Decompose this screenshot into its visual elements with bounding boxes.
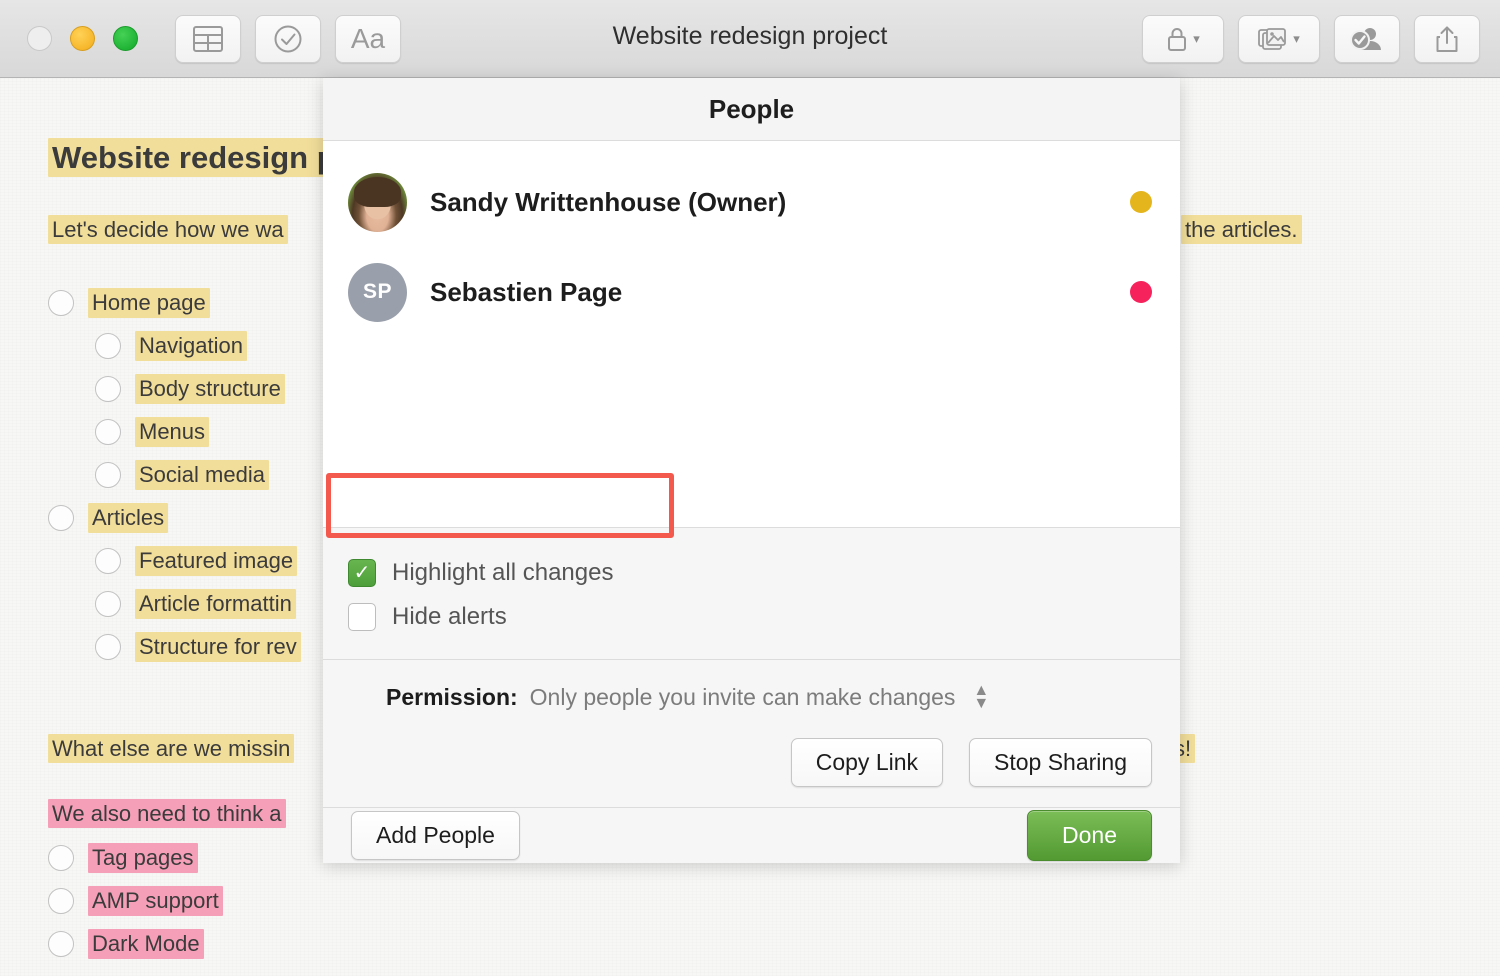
list-item[interactable]: Articles [48, 496, 301, 539]
list-item[interactable]: Dark Mode [48, 922, 223, 965]
hide-alerts-row[interactable]: Hide alerts [348, 595, 1180, 639]
done-button[interactable]: Done [1027, 810, 1152, 861]
checkbox-circle-icon[interactable] [95, 633, 121, 660]
hide-alerts-checkbox[interactable] [348, 603, 376, 631]
list-item[interactable]: Article formattin [48, 582, 301, 625]
chevron-down-icon: ▾ [1193, 31, 1200, 46]
chevron-down-icon: ▾ [1293, 31, 1300, 46]
dialog-options: ✓ Highlight all changes Hide alerts [323, 527, 1180, 659]
checkbox-circle-icon[interactable] [95, 547, 121, 574]
list-item[interactable]: AMP support [48, 879, 223, 922]
permission-value: Only people you invite can make changes [529, 684, 956, 710]
photos-icon [1258, 26, 1288, 52]
list-item[interactable]: SP Sebastien Page [323, 247, 1180, 337]
add-people-button[interactable]: Add People [351, 811, 520, 860]
app-window: Aa Website redesign project ▾ ▾ Website … [0, 0, 1500, 976]
status-badge [1130, 281, 1152, 303]
highlight-all-changes-checkbox[interactable]: ✓ [348, 559, 376, 587]
list-item[interactable]: Featured image [48, 539, 301, 582]
status-badge [1130, 191, 1152, 213]
chevron-updown-icon[interactable]: ▲ ▼ [973, 682, 989, 711]
document-checklist-1: Home page Navigation Body structure Menu… [48, 281, 301, 668]
list-item[interactable]: Body structure [48, 367, 301, 410]
person-name: Sebastien Page [430, 276, 623, 307]
checkbox-circle-icon[interactable] [48, 289, 74, 316]
person-name: Sandy Writtenhouse (Owner) [430, 186, 787, 217]
permission-buttons: Copy Link Stop Sharing [351, 738, 1152, 787]
hide-alerts-label: Hide alerts [392, 603, 507, 630]
people-dialog: People Sandy Writtenhouse (Owner) SP Seb… [323, 78, 1180, 863]
document-paragraph-1: Let's decide how we wa [48, 215, 288, 244]
document-paragraph-2: What else are we missin [48, 734, 295, 763]
checkbox-circle-icon[interactable] [48, 887, 74, 914]
toolbar-right-group: ▾ ▾ [1142, 15, 1480, 63]
list-item[interactable]: Menus [48, 410, 301, 453]
document-paragraph-3: We also need to think a [48, 799, 286, 828]
window-toolbar: Aa Website redesign project ▾ ▾ [0, 0, 1500, 78]
lock-button[interactable]: ▾ [1142, 15, 1224, 63]
permission-row[interactable]: Permission: Only people you invite can m… [351, 682, 1152, 711]
checkbox-circle-icon[interactable] [95, 418, 121, 445]
dialog-title: People [708, 93, 795, 124]
media-button[interactable]: ▾ [1238, 15, 1320, 63]
document-paragraph-1-tail: the articles. [1181, 215, 1302, 244]
collaborate-button[interactable] [1334, 15, 1400, 63]
checkbox-circle-icon[interactable] [95, 332, 121, 359]
copy-link-button[interactable]: Copy Link [790, 738, 944, 787]
list-item[interactable]: Social media [48, 453, 301, 496]
list-item[interactable]: Home page [48, 281, 301, 324]
avatar: SP [348, 262, 407, 322]
list-item[interactable]: Tag pages [48, 836, 223, 879]
highlight-all-changes-row[interactable]: ✓ Highlight all changes [348, 551, 1180, 595]
list-item[interactable]: Navigation [48, 324, 301, 367]
permission-section: Permission: Only people you invite can m… [323, 659, 1180, 807]
lock-icon [1166, 26, 1188, 52]
list-item[interactable]: Structure for rev [48, 625, 301, 668]
list-item[interactable]: Sandy Writtenhouse (Owner) [323, 157, 1180, 247]
share-button[interactable] [1414, 15, 1480, 63]
checkbox-circle-icon[interactable] [95, 461, 121, 488]
highlight-all-changes-label: Highlight all changes [392, 559, 614, 586]
document-checklist-2: Tag pages AMP support Dark Mode [48, 836, 223, 965]
checkbox-circle-icon[interactable] [48, 930, 74, 957]
people-list: Sandy Writtenhouse (Owner) SP Sebastien … [323, 141, 1180, 527]
permission-label: Permission: [386, 684, 518, 710]
avatar-initials: SP [362, 280, 392, 303]
checkbox-circle-icon[interactable] [95, 375, 121, 402]
checkbox-circle-icon[interactable] [48, 844, 74, 871]
checkbox-circle-icon[interactable] [48, 504, 74, 531]
dialog-footer: Add People Done [323, 807, 1180, 863]
checkbox-circle-icon[interactable] [95, 590, 121, 617]
dialog-header: People [323, 78, 1180, 141]
share-icon [1435, 25, 1459, 53]
stop-sharing-button[interactable]: Stop Sharing [969, 738, 1152, 787]
person-check-icon [1348, 25, 1386, 53]
avatar [348, 172, 407, 232]
